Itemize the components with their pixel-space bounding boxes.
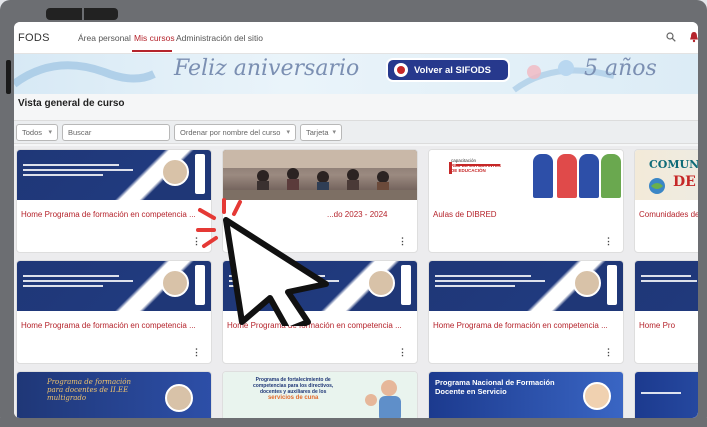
course-thumbnail [17,261,211,311]
tablet-frame: FODS Área personal Mis cursos Administra… [0,0,707,427]
kebab-menu-icon[interactable]: ⋮ [604,236,613,247]
banner-text-left: Feliz aniversario [174,56,360,81]
volver-sifods-button[interactable]: Volver al SIFODS [386,58,510,82]
thumbnail-caption: Programa de fortalecimiento de competenc… [253,377,334,401]
course-thumbnail [635,372,698,418]
thumbnail-caption: DE IN [673,174,698,190]
volver-sifods-label: Volver al SIFODS [414,64,491,76]
site-brand[interactable]: FODS [18,32,50,44]
kebab-menu-icon[interactable]: ⋮ [604,347,613,358]
course-title[interactable]: Home Pro [639,321,675,330]
thumbnail-tag [607,265,617,305]
course-card[interactable]: Home Programa de formación en competenci… [16,260,212,364]
anniversary-banner[interactable]: Feliz aniversario Volver al SIFODS 5 año… [14,54,698,94]
status-filter-select[interactable]: Todos ▾ [16,124,58,141]
kebab-menu-icon[interactable]: ⋮ [398,347,407,358]
nav-administracion[interactable]: Administración del sitio [176,33,263,43]
thumbnail-illustration [165,384,193,412]
view-select[interactable]: Tarjeta ▾ [300,124,342,141]
mouse-pointer-icon [196,198,329,326]
course-thumbnail: COMUNIDADE DE IN [635,150,698,200]
kebab-menu-icon[interactable]: ⋮ [192,347,201,358]
top-navbar: FODS Área personal Mis cursos Administra… [14,22,698,54]
course-card[interactable]: Home Programa de formación en competenci… [16,149,212,253]
banner-text-right: 5 años [584,56,657,81]
meeting-photo [223,150,417,200]
bell-icon[interactable] [688,31,698,43]
thumbnail-illustration [583,382,611,410]
tablet-bottom-bezel [0,418,707,427]
thumbnail-tag [401,265,411,305]
thumbnail-caption: Programa Nacional de Formación Docente e… [435,378,555,396]
nav-area-personal[interactable]: Área personal [78,33,131,43]
course-thumbnail: Programa de formación para docentes de I… [17,372,211,418]
course-card[interactable]: Home Pro [634,260,698,364]
course-thumbnail: Programa Nacional de Formación Docente e… [429,372,623,418]
chevron-down-icon: ▾ [48,129,52,136]
thumbnail-illustration [367,269,395,297]
course-thumbnail [635,261,698,311]
course-thumbnail [429,261,623,311]
course-card[interactable]: Home Programa de formación en competenci… [428,260,624,364]
course-card[interactable] [634,371,698,418]
thumbnail-illustration [161,269,189,297]
kebab-menu-icon[interactable]: ⋮ [398,236,407,247]
page-title: Vista general de curso [18,98,125,109]
screen: FODS Área personal Mis cursos Administra… [14,22,698,418]
family-illustration [365,380,401,418]
sort-value: Ordenar por nombre del curso [180,128,281,137]
thumbnail-caption: capacitación RED DE ESTUDIANTES DE EDUCA… [451,158,502,173]
thumbnail-caption: Programa de formación para docentes de I… [47,378,131,402]
globe-icon [649,178,665,194]
sort-select[interactable]: Ordenar por nombre del curso ▾ [174,124,296,141]
thumbnail-caption: COMUNIDADE [649,158,698,171]
course-thumbnail [17,150,211,200]
course-thumbnail [223,150,417,200]
course-thumbnail: capacitación RED DE ESTUDIANTES DE EDUCA… [429,150,623,200]
tablet-side-button [6,60,11,94]
course-title[interactable]: Comunidades de [639,210,698,219]
view-value: Tarjeta [306,128,329,137]
thumbnail-illustration [161,158,189,186]
thumbnail-tag [195,154,205,194]
course-card[interactable]: COMUNIDADE DE IN Comunidades de [634,149,698,253]
course-title[interactable]: Aulas de DIBRED [433,210,497,219]
course-grid: Home Programa de formación en competenci… [14,146,698,418]
course-filter-toolbar: Todos ▾ Buscar Ordenar por nombre del cu… [14,120,698,144]
search-placeholder: Buscar [68,128,92,137]
course-card[interactable]: capacitación RED DE ESTUDIANTES DE EDUCA… [428,149,624,253]
sifods-logo-icon [394,63,408,77]
course-title[interactable]: Home Programa de formación en competenci… [21,210,196,219]
nav-active-indicator [132,50,172,52]
course-card[interactable]: Programa de fortalecimiento de competenc… [222,371,418,418]
search-input[interactable]: Buscar [62,124,170,141]
chevron-down-icon: ▾ [332,129,336,136]
thumbnail-illustration [573,269,601,297]
status-filter-value: Todos [22,128,43,137]
course-card[interactable]: Programa Nacional de Formación Docente e… [428,371,624,418]
tablet-camera [46,8,118,20]
nav-mis-cursos[interactable]: Mis cursos [134,33,175,43]
chevron-down-icon: ▾ [286,129,290,136]
search-icon[interactable] [666,32,676,42]
course-card[interactable]: Programa de formación para docentes de I… [16,371,212,418]
course-title[interactable]: Home Programa de formación en competenci… [433,321,608,330]
course-title[interactable]: Home Programa de formación en competenci… [21,321,196,330]
course-thumbnail: Programa de fortalecimiento de competenc… [223,372,417,418]
